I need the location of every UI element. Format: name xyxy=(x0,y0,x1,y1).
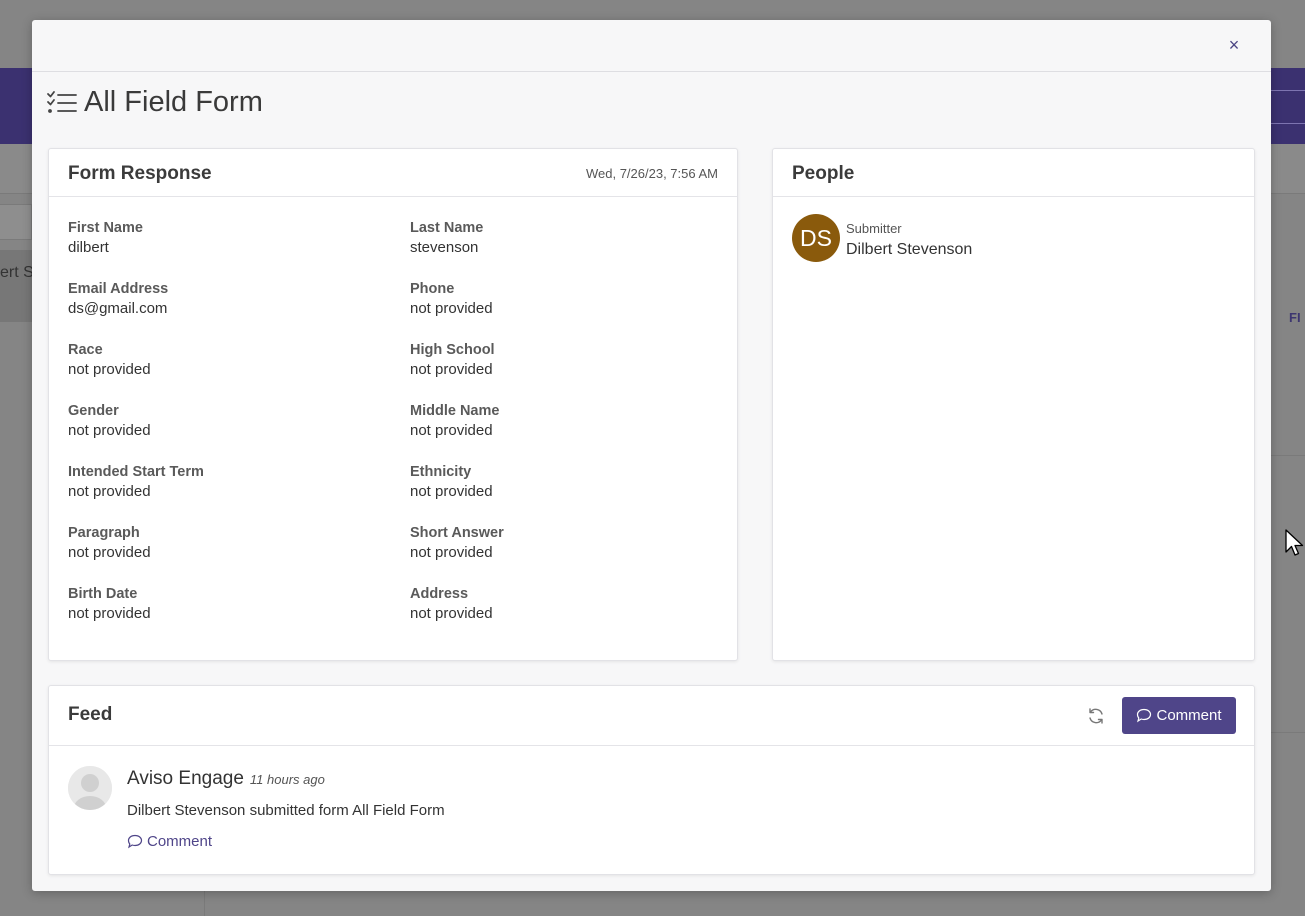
feed-entry-author-name: Aviso Engage xyxy=(127,768,244,789)
field-value: not provided xyxy=(410,483,493,500)
field-label: Last Name xyxy=(410,220,484,236)
feed-entry-author: Aviso Engage 11 hours ago xyxy=(127,768,325,790)
field-value: not provided xyxy=(68,544,151,561)
field-value: not provided xyxy=(410,422,493,439)
form-response-header: Form Response Wed, 7/26/23, 7:56 AM xyxy=(49,149,737,197)
field-gender: Gender not provided xyxy=(68,402,151,442)
field-label: Intended Start Term xyxy=(68,464,204,480)
person-name[interactable]: Dilbert Stevenson xyxy=(846,241,972,259)
field-value: not provided xyxy=(68,422,151,439)
field-ethnicity: Ethnicity not provided xyxy=(410,463,493,503)
field-last-name: Last Name stevenson xyxy=(410,219,483,259)
field-label: Paragraph xyxy=(68,525,140,541)
checklist-icon xyxy=(47,90,77,113)
field-value: not provided xyxy=(68,483,151,500)
field-label: First Name xyxy=(68,220,143,236)
field-paragraph: Paragraph not provided xyxy=(68,524,151,564)
background-list-item: ert S xyxy=(0,250,34,322)
modal-title-text: All Field Form xyxy=(84,86,263,118)
modal-topbar: × xyxy=(32,20,1271,72)
field-email-address: Email Address ds@gmail.com xyxy=(68,280,168,320)
background-list-item-label: ert S xyxy=(0,264,34,281)
field-middle-name: Middle Name not provided xyxy=(410,402,499,442)
field-value: not provided xyxy=(410,544,493,561)
field-label: High School xyxy=(410,342,495,358)
field-high-school: High School not provided xyxy=(410,341,495,381)
comment-button-label: Comment xyxy=(1156,707,1222,724)
field-label: Birth Date xyxy=(68,586,138,602)
background-input xyxy=(0,204,32,240)
people-card: People DS Submitter Dilbert Stevenson xyxy=(772,148,1255,661)
feed-entry-comment-link[interactable]: Comment xyxy=(127,833,212,850)
field-label: Phone xyxy=(410,281,455,297)
speech-bubble-icon xyxy=(127,834,143,849)
people-header: People xyxy=(773,149,1254,197)
background-link: FI xyxy=(1289,310,1301,325)
field-value: dilbert xyxy=(68,239,109,256)
form-response-card: Form Response Wed, 7/26/23, 7:56 AM Firs… xyxy=(48,148,738,661)
field-label: Race xyxy=(68,342,103,358)
field-value: not provided xyxy=(410,361,493,378)
comment-button[interactable]: Comment xyxy=(1122,697,1236,734)
form-response-modal: × All Field Form Form Response Wed, 7/26… xyxy=(32,20,1271,891)
field-value: not provided xyxy=(410,300,493,317)
field-value: not provided xyxy=(410,605,493,622)
feed-entry-comment-label: Comment xyxy=(147,833,213,850)
form-response-title: Form Response xyxy=(68,163,212,184)
field-label: Gender xyxy=(68,403,119,419)
field-value: stevenson xyxy=(410,239,479,256)
avatar[interactable]: DS xyxy=(792,214,840,262)
user-placeholder-icon xyxy=(68,766,112,810)
field-intended-start-term: Intended Start Term not provided xyxy=(68,463,204,503)
feed-card: Feed Comment Aviso Engage 11 hours ago D… xyxy=(48,685,1255,875)
field-label: Ethnicity xyxy=(410,464,472,480)
background-divider xyxy=(1271,455,1305,456)
feed-entry-text: Dilbert Stevenson submitted form All Fie… xyxy=(127,802,445,819)
field-value: ds@gmail.com xyxy=(68,300,168,317)
field-phone: Phone not provided xyxy=(410,280,493,320)
field-short-answer: Short Answer not provided xyxy=(410,524,504,564)
person-role: Submitter xyxy=(846,221,902,236)
close-button[interactable]: × xyxy=(1225,34,1243,56)
mouse-cursor-icon xyxy=(1285,529,1304,556)
field-address: Address not provided xyxy=(410,585,493,625)
field-label: Email Address xyxy=(68,281,169,297)
field-value: not provided xyxy=(68,361,151,378)
feed-title: Feed xyxy=(68,704,113,725)
field-label: Address xyxy=(410,586,469,602)
field-race: Race not provided xyxy=(68,341,151,381)
background-divider xyxy=(204,890,205,916)
feed-header: Feed Comment xyxy=(49,686,1254,746)
feed-avatar xyxy=(68,766,112,810)
background-divider xyxy=(1271,732,1305,733)
feed-entry-time: 11 hours ago xyxy=(249,772,325,787)
speech-bubble-icon xyxy=(1137,708,1152,723)
form-response-date: Wed, 7/26/23, 7:56 AM xyxy=(585,166,718,181)
background-divider xyxy=(1271,90,1305,91)
background-divider xyxy=(1271,123,1305,124)
field-label: Short Answer xyxy=(410,525,504,541)
refresh-icon[interactable] xyxy=(1086,706,1106,726)
field-first-name: First Name dilbert xyxy=(68,219,143,259)
modal-title: All Field Form xyxy=(46,86,263,119)
field-label: Middle Name xyxy=(410,403,500,419)
people-title: People xyxy=(792,163,855,184)
field-birth-date: Birth Date not provided xyxy=(68,585,151,625)
field-value: not provided xyxy=(68,605,151,622)
